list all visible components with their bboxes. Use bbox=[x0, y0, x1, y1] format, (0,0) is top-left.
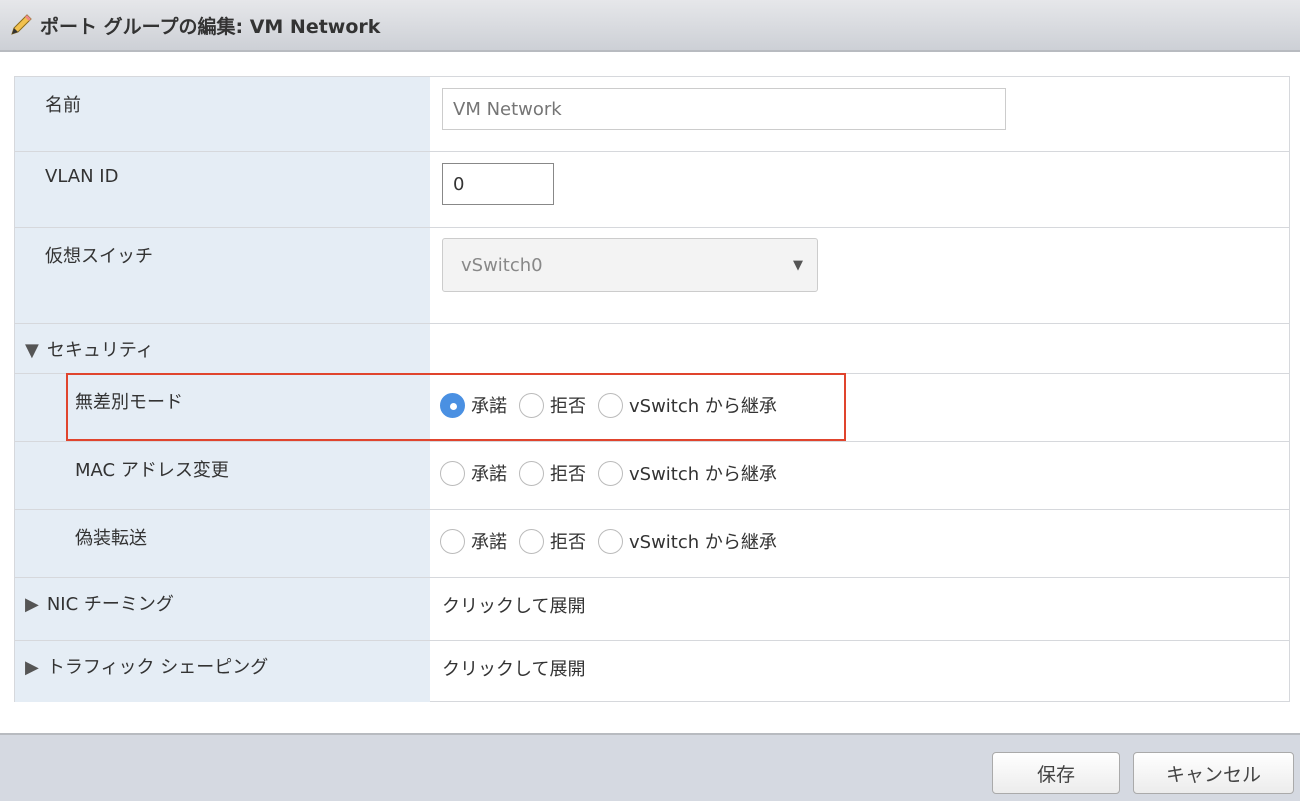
security-row-label: 偽装転送 bbox=[75, 528, 147, 549]
radio-option[interactable]: vSwitch から継承 bbox=[598, 528, 777, 554]
radio-group: 承諾 拒否 vSwitch から継承 bbox=[440, 528, 789, 554]
name-input[interactable] bbox=[442, 88, 1006, 130]
name-label: 名前 bbox=[45, 95, 81, 116]
highlight-box bbox=[66, 373, 846, 441]
radio-option[interactable]: vSwitch から継承 bbox=[598, 460, 777, 486]
pencil-icon bbox=[11, 14, 32, 35]
row-vswitch: 仮想スイッチ vSwitch0 ▼ bbox=[15, 228, 1289, 324]
dialog-footer: 保存 キャンセル bbox=[0, 733, 1300, 801]
row-traffic-shaping[interactable]: ▶ トラフィック シェーピング クリックして展開 bbox=[15, 641, 1289, 702]
radio-option[interactable]: 拒否 bbox=[519, 460, 586, 486]
radio-label: 承諾 bbox=[471, 532, 507, 553]
dialog-title: ポート グループの編集: VM Network bbox=[40, 15, 381, 38]
vswitch-value: vSwitch0 bbox=[461, 254, 543, 276]
vswitch-select[interactable]: vSwitch0 ▼ bbox=[442, 238, 818, 292]
nic-header: ▶ NIC チーミング bbox=[25, 590, 174, 616]
radio-label: 拒否 bbox=[550, 464, 586, 485]
radio-button[interactable] bbox=[519, 528, 544, 554]
save-button[interactable]: 保存 bbox=[992, 752, 1120, 794]
radio-button[interactable] bbox=[440, 528, 465, 554]
radio-button[interactable] bbox=[598, 460, 623, 486]
security-row-label: MAC アドレス変更 bbox=[75, 460, 229, 481]
row-name: 名前 bbox=[15, 77, 1289, 152]
row-security[interactable]: ▼ セキュリティ bbox=[15, 324, 1289, 374]
radio-option[interactable]: 拒否 bbox=[519, 528, 586, 554]
row-vlan: VLAN ID 0 bbox=[15, 152, 1289, 228]
security-label: セキュリティ bbox=[46, 340, 154, 361]
radio-option[interactable]: 承諾 bbox=[440, 528, 507, 554]
radio-label: 承諾 bbox=[471, 464, 507, 485]
security-row: MAC アドレス変更 承諾 拒否 vSwitch から継承 bbox=[15, 442, 1289, 510]
nic-label: NIC チーミング bbox=[46, 594, 174, 615]
caret-right-icon: ▶ bbox=[25, 657, 39, 678]
vlan-id-input[interactable]: 0 bbox=[442, 163, 554, 205]
vswitch-label: 仮想スイッチ bbox=[45, 246, 153, 267]
caret-right-icon: ▶ bbox=[25, 594, 39, 615]
caret-down-icon: ▼ bbox=[25, 340, 39, 361]
traffic-label: トラフィック シェーピング bbox=[46, 657, 269, 678]
radio-label: vSwitch から継承 bbox=[629, 532, 777, 553]
cancel-button[interactable]: キャンセル bbox=[1133, 752, 1294, 794]
radio-button[interactable] bbox=[440, 460, 465, 486]
traffic-expand-link[interactable]: クリックして展開 bbox=[442, 655, 585, 681]
chevron-down-icon: ▼ bbox=[793, 257, 803, 273]
radio-button[interactable] bbox=[519, 460, 544, 486]
radio-label: vSwitch から継承 bbox=[629, 464, 777, 485]
row-nic-teaming[interactable]: ▶ NIC チーミング クリックして展開 bbox=[15, 578, 1289, 641]
security-header: ▼ セキュリティ bbox=[25, 336, 154, 362]
radio-group: 承諾 拒否 vSwitch から継承 bbox=[440, 460, 789, 486]
traffic-header: ▶ トラフィック シェーピング bbox=[25, 653, 268, 679]
security-row: 偽装転送 承諾 拒否 vSwitch から継承 bbox=[15, 510, 1289, 578]
dialog-header: ポート グループの編集: VM Network bbox=[0, 0, 1300, 52]
vlan-label: VLAN ID bbox=[45, 166, 119, 187]
radio-label: 拒否 bbox=[550, 532, 586, 553]
radio-button[interactable] bbox=[598, 528, 623, 554]
nic-expand-link[interactable]: クリックして展開 bbox=[442, 592, 585, 618]
radio-option[interactable]: 承諾 bbox=[440, 460, 507, 486]
